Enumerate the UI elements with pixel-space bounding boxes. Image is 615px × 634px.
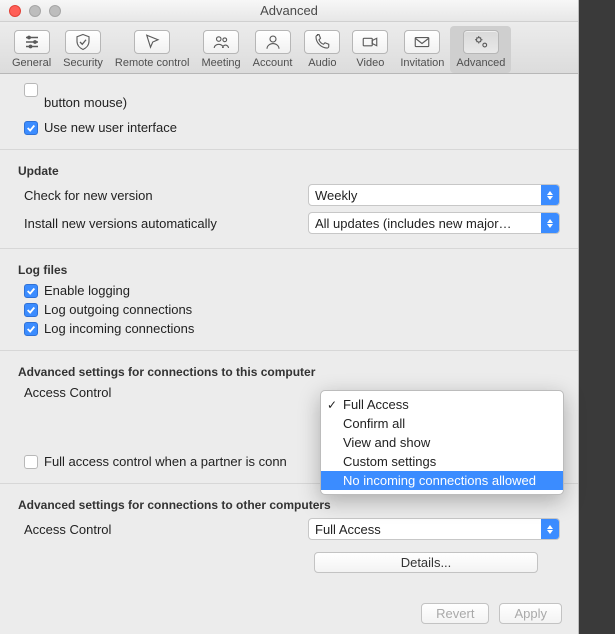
chevron-updown-icon: [541, 519, 559, 539]
envelope-icon: [413, 33, 431, 51]
footer: Revert Apply: [0, 593, 578, 634]
shield-icon: [74, 33, 92, 51]
person-icon: [264, 33, 282, 51]
menu-item-custom-settings[interactable]: Custom settings: [321, 452, 563, 471]
install-auto-value: All updates (includes new major…: [315, 216, 512, 231]
tab-video[interactable]: Video: [346, 26, 394, 73]
menu-item-view-and-show[interactable]: View and show: [321, 433, 563, 452]
adv-this-heading: Advanced settings for connections to thi…: [18, 365, 560, 379]
cursor-icon: [143, 33, 161, 51]
tab-advanced[interactable]: Advanced: [450, 26, 511, 73]
access-control-menu[interactable]: ✓ Full Access Confirm all View and show …: [320, 390, 564, 495]
log-incoming-label: Log incoming connections: [44, 321, 194, 336]
checkbox-icon[interactable]: [24, 83, 38, 97]
full-access-partner-label: Full access control when a partner is co…: [44, 454, 287, 469]
tab-security[interactable]: Security: [57, 26, 109, 73]
toolbar: General Security Remote control Meeting …: [0, 22, 578, 74]
tab-account[interactable]: Account: [247, 26, 299, 73]
access-control-other-select[interactable]: Full Access: [308, 518, 560, 540]
checkbox-icon: [24, 284, 38, 298]
enable-logging-label: Enable logging: [44, 283, 130, 298]
details-button[interactable]: Details...: [314, 552, 538, 573]
log-heading: Log files: [18, 263, 560, 277]
log-outgoing-option[interactable]: Log outgoing connections: [24, 302, 560, 317]
checkbox-icon: [24, 303, 38, 317]
check-version-select[interactable]: Weekly: [308, 184, 560, 206]
truncated-text: button mouse): [18, 95, 560, 110]
titlebar: Advanced: [0, 0, 578, 22]
video-icon: [361, 33, 379, 51]
log-outgoing-label: Log outgoing connections: [44, 302, 192, 317]
menu-item-confirm-all[interactable]: Confirm all: [321, 414, 563, 433]
sliders-icon: [23, 33, 41, 51]
tab-meeting[interactable]: Meeting: [195, 26, 246, 73]
tab-audio[interactable]: Audio: [298, 26, 346, 73]
tab-general[interactable]: General: [6, 26, 57, 73]
enable-logging-option[interactable]: Enable logging: [24, 283, 560, 298]
use-new-ui-option[interactable]: Use new user interface: [24, 120, 560, 135]
install-auto-label: Install new versions automatically: [18, 216, 308, 231]
access-control-other-label: Access Control: [18, 522, 308, 537]
checkmark-icon: ✓: [327, 398, 337, 412]
phone-icon: [313, 33, 331, 51]
tab-remote-control[interactable]: Remote control: [109, 26, 196, 73]
access-control-this-label: Access Control: [18, 385, 308, 400]
access-control-other-value: Full Access: [315, 522, 381, 537]
gears-icon: [472, 33, 490, 51]
install-auto-select[interactable]: All updates (includes new major…: [308, 212, 560, 234]
content-area: x button mouse) Use new user interface U…: [0, 74, 578, 634]
people-icon: [212, 33, 230, 51]
checkbox-icon: [24, 455, 38, 469]
use-new-ui-label: Use new user interface: [44, 120, 177, 135]
checkbox-icon: [24, 121, 38, 135]
log-incoming-option[interactable]: Log incoming connections: [24, 321, 560, 336]
update-heading: Update: [18, 164, 560, 178]
menu-item-no-incoming[interactable]: No incoming connections allowed: [321, 471, 563, 490]
check-version-value: Weekly: [315, 188, 357, 203]
adv-other-heading: Advanced settings for connections to oth…: [18, 498, 560, 512]
check-version-label: Check for new version: [18, 188, 308, 203]
preferences-window: Advanced General Security Remote control…: [0, 0, 579, 634]
menu-item-full-access[interactable]: ✓ Full Access: [321, 395, 563, 414]
window-title: Advanced: [0, 3, 578, 18]
revert-button[interactable]: Revert: [421, 603, 489, 624]
checkbox-icon: [24, 322, 38, 336]
chevron-updown-icon: [541, 213, 559, 233]
tab-invitation[interactable]: Invitation: [394, 26, 450, 73]
chevron-updown-icon: [541, 185, 559, 205]
apply-button[interactable]: Apply: [499, 603, 562, 624]
